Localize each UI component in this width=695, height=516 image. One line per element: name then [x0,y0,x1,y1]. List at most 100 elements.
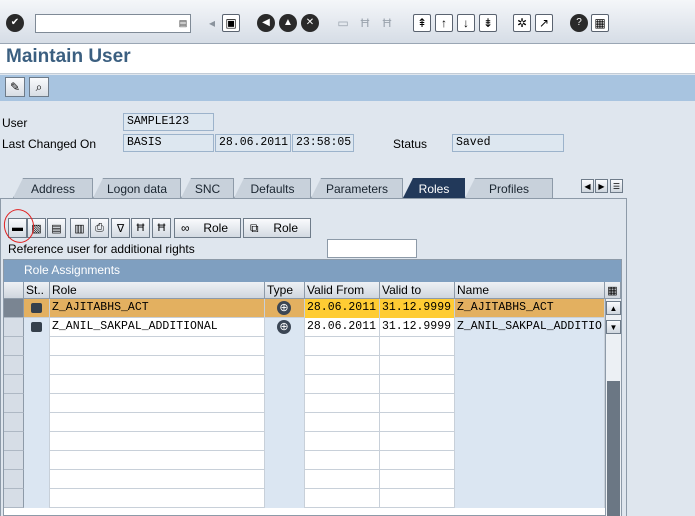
glasses-icon: ∞ [181,221,190,235]
scroll-down-icon[interactable]: ▼ [606,320,621,334]
first-page-icon[interactable]: ⇞ [413,14,431,32]
empty-row[interactable] [24,356,605,375]
empty-row[interactable] [24,451,605,470]
row-selector[interactable] [4,375,24,394]
row-selector[interactable] [4,413,24,432]
copy-role-button[interactable]: ⧉ Role [243,218,311,238]
tab-logon-data[interactable]: Logon data [93,178,181,198]
table-row[interactable]: Z_ANIL_SAKPAL_ADDITIONAL ⊕ 28.06.2011 31… [24,318,605,337]
tab-defaults[interactable]: Defaults [234,178,311,198]
status-label: Status [393,137,428,151]
row-selector[interactable] [4,318,24,337]
tab-scroll-right-icon[interactable]: ▶ [595,179,608,193]
help-icon[interactable]: ? [570,14,588,32]
status-icon [31,322,42,332]
find-next-icon[interactable]: Ħ [152,218,171,238]
change-icon[interactable]: ✎ [5,77,25,97]
empty-row[interactable] [24,432,605,451]
tab-parameters[interactable]: Parameters [311,178,403,198]
column-settings-icon[interactable]: ▦ [605,282,621,299]
print-icon: ▭ [337,16,349,30]
shortcut-icon[interactable]: ↗ [535,14,553,32]
empty-row[interactable] [24,375,605,394]
column-header-type[interactable]: Type [265,282,305,299]
row-selector[interactable] [4,356,24,375]
empty-row[interactable] [24,394,605,413]
row-selector[interactable] [4,394,24,413]
print-list-icon[interactable]: ⎙ [90,218,109,238]
display-role-label: Role [203,221,228,235]
table-row[interactable]: Z_AJITABHS_ACT ⊕ 28.06.2011 31.12.9999 Z… [24,299,605,318]
name-cell: Z_AJITABHS_ACT [455,299,605,318]
display-icon[interactable]: ⌕ [29,77,49,97]
customize-layout-icon[interactable]: ▦ [591,14,609,32]
single-role-icon: ⊕ [277,320,291,334]
copy-role-label: Role [273,221,298,235]
role-cell[interactable]: Z_AJITABHS_ACT [50,299,265,318]
cancel-icon[interactable]: ✕ [301,14,319,32]
column-header-status[interactable]: St.. [24,282,50,299]
details-icon[interactable]: ▤ [47,218,66,238]
role-cell[interactable]: Z_ANIL_SAKPAL_ADDITIONAL [50,318,265,337]
column-header-name[interactable]: Name [455,282,605,299]
save-icon[interactable]: ▣ [222,14,240,32]
command-field[interactable]: ▤ [35,14,191,33]
column-header-valid-from[interactable]: Valid From [305,282,380,299]
valid-from-cell[interactable]: 28.06.2011 [305,318,380,337]
type-cell: ⊕ [265,299,305,318]
application-toolbar: ✎ ⌕ [0,75,695,101]
empty-row[interactable] [24,470,605,489]
find-icon[interactable]: Ħ [131,218,150,238]
row-selector[interactable] [4,451,24,470]
status-cell [24,318,50,337]
row-selector[interactable] [4,299,24,318]
last-page-icon[interactable]: ⇟ [479,14,497,32]
status-cell [24,299,50,318]
filter-icon[interactable]: ∇ [111,218,130,238]
scroll-thumb[interactable] [607,381,620,516]
new-session-icon[interactable]: ✲ [513,14,531,32]
column-header-valid-to[interactable]: Valid to [380,282,455,299]
tab-list-icon[interactable]: ☰ [610,179,623,193]
user-label: User [2,116,28,130]
select-all-icon[interactable]: ▥ [70,218,89,238]
next-page-icon[interactable]: ↓ [457,14,475,32]
empty-row[interactable] [24,337,605,356]
last-changed-time-field: 23:58:05 [292,134,354,152]
enter-icon[interactable]: ✔ [6,14,24,32]
valid-from-cell[interactable]: 28.06.2011 [305,299,380,318]
empty-row[interactable] [24,413,605,432]
tab-snc[interactable]: SNC [181,178,234,198]
back-icon[interactable]: ◀ [257,14,275,32]
history-back-icon[interactable]: ◂ [203,14,221,32]
row-selector[interactable] [4,489,24,508]
grid-title: Role Assignments [4,260,621,282]
row-selector[interactable] [4,470,24,489]
select-all-corner[interactable] [4,282,24,299]
grid-vertical-scrollbar[interactable]: ▲ ▼ [605,299,621,516]
name-cell: Z_ANIL_SAKPAL_ADDITIO [455,318,605,337]
page-title: Maintain User [6,46,131,67]
find-icon: Ħ [360,16,370,30]
valid-to-cell[interactable]: 31.12.9999 [380,299,455,318]
single-role-icon: ⊕ [277,301,291,315]
empty-row[interactable] [24,489,605,508]
command-dropdown-icon[interactable]: ▤ [178,17,188,30]
row-selector[interactable] [4,432,24,451]
valid-to-cell[interactable]: 31.12.9999 [380,318,455,337]
tab-address[interactable]: Address [13,178,93,198]
tab-roles[interactable]: Roles [403,178,465,198]
last-changed-label: Last Changed On [2,137,97,151]
display-role-button[interactable]: ∞ Role [174,218,241,238]
row-selector[interactable] [4,337,24,356]
reference-user-input[interactable] [327,239,417,258]
type-cell: ⊕ [265,318,305,337]
find-next-icon: Ħ [382,16,392,30]
scroll-up-icon[interactable]: ▲ [606,301,621,315]
exit-icon[interactable]: ▲ [279,14,297,32]
status-field: Saved [452,134,564,152]
tab-profiles[interactable]: Profiles [465,178,553,198]
column-header-role[interactable]: Role [50,282,265,299]
tab-scroll-left-icon[interactable]: ◀ [581,179,594,193]
previous-page-icon[interactable]: ↑ [435,14,453,32]
